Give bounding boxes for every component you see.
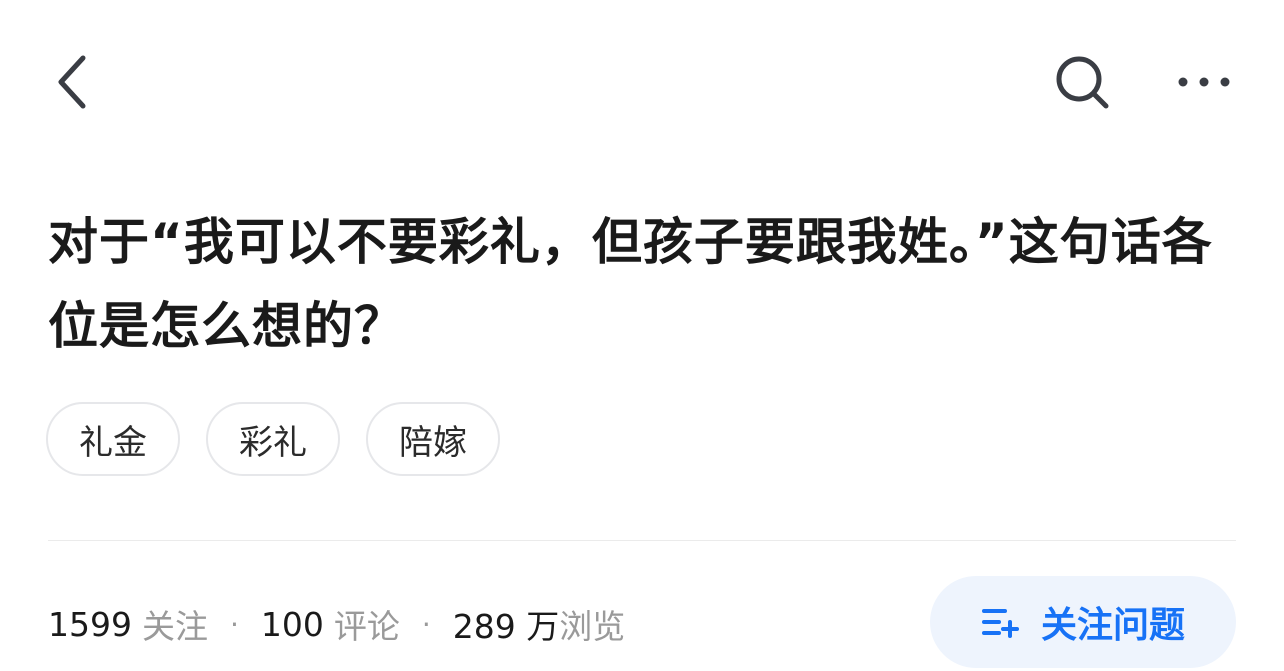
followers-label: 关注: [141, 607, 208, 646]
follow-question-label: 关注问题: [1040, 605, 1185, 646]
stat-separator: ·: [229, 607, 239, 641]
followers-count: 1599: [48, 604, 132, 644]
question-stats: 1599 关注 · 100 评论 · 289 万 浏览: [48, 596, 625, 652]
stat-separator: ·: [421, 607, 431, 641]
comments-label: 评论: [333, 607, 400, 646]
back-button[interactable]: [38, 44, 108, 120]
search-icon: [1056, 56, 1109, 109]
views-count: 289 万: [452, 607, 560, 646]
topic-tag[interactable]: 彩礼: [206, 402, 340, 476]
chevron-left-icon: [58, 55, 86, 109]
more-horizontal-icon: [1178, 77, 1230, 87]
list-add-icon: [981, 609, 1019, 638]
divider: [48, 540, 1236, 541]
views-label: 浏览: [559, 607, 626, 646]
topic-tag[interactable]: 礼金: [46, 402, 180, 476]
comments-count: 100: [260, 604, 324, 644]
question-page: 对于“我可以不要彩礼，但孩子要跟我姓。”这句话各位是怎么想的？ 礼金 彩礼 陪嫁…: [0, 0, 1284, 671]
question-title: 对于“我可以不要彩礼，但孩子要跟我姓。”这句话各位是怎么想的？: [48, 213, 1213, 355]
follow-question-button[interactable]: 关注问题: [930, 576, 1236, 668]
search-button[interactable]: [1044, 44, 1120, 120]
topic-tag[interactable]: 陪嫁: [366, 402, 500, 476]
topic-tags: 礼金 彩礼 陪嫁: [46, 402, 500, 476]
top-nav-bar: [0, 0, 1284, 160]
more-options-button[interactable]: [1166, 44, 1242, 120]
